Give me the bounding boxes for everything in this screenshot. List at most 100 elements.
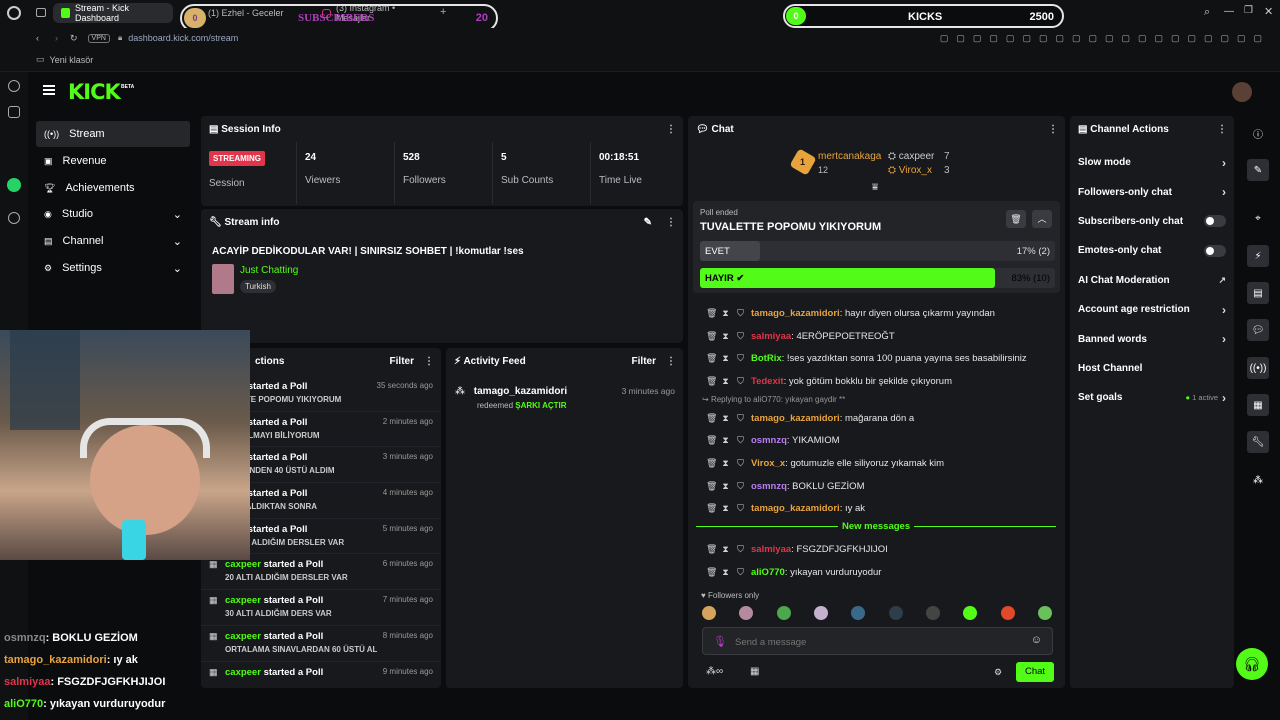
- edit-icon[interactable]: ✎: [1247, 159, 1269, 181]
- nav-stream[interactable]: ((•)) Stream: [36, 121, 190, 147]
- more-icon[interactable]: ⋮: [666, 217, 676, 228]
- emoji-icon[interactable]: ☺: [1031, 634, 1042, 646]
- close-icon[interactable]: ✕: [1264, 5, 1273, 18]
- chat-username[interactable]: aliO770: [751, 567, 785, 578]
- chat-username[interactable]: Virox_x: [751, 458, 785, 469]
- nav-revenue[interactable]: ▣ Revenue: [36, 148, 190, 174]
- chat-username[interactable]: osmnzq: [751, 481, 787, 492]
- ban-icon[interactable]: ⛉: [736, 413, 745, 423]
- ban-icon[interactable]: ⛉: [736, 331, 745, 341]
- opera-icon[interactable]: [7, 6, 21, 20]
- ban-icon[interactable]: ⛉: [736, 544, 745, 554]
- more-icon[interactable]: ⋮: [424, 356, 434, 367]
- ban-icon[interactable]: ⛉: [736, 567, 745, 577]
- filter-button[interactable]: Filter: [632, 356, 656, 367]
- category-thumbnail[interactable]: [212, 264, 234, 294]
- bookmark-folder[interactable]: Yeni klasör: [50, 55, 94, 65]
- collapse-poll-button[interactable]: ︿: [1032, 210, 1052, 228]
- top-user[interactable]: mertcanakaga: [818, 151, 881, 162]
- more-icon[interactable]: ⋮: [1048, 124, 1058, 135]
- delete-icon[interactable]: 🗑︎: [706, 544, 717, 554]
- delete-icon[interactable]: 🗑︎: [706, 308, 717, 318]
- delete-icon[interactable]: 🗑︎: [706, 331, 717, 341]
- delete-icon[interactable]: 🗑︎: [706, 376, 717, 386]
- forward-icon[interactable]: ›: [55, 33, 58, 43]
- toggle-switch[interactable]: [1204, 244, 1226, 257]
- people-icon[interactable]: ⁂: [1247, 469, 1269, 491]
- channel-action-row[interactable]: AI Chat Moderation ↗: [1070, 266, 1234, 295]
- category-link[interactable]: Just Chatting: [240, 265, 298, 276]
- wrench-icon[interactable]: 🔧︎: [1247, 431, 1269, 453]
- channel-action-row[interactable]: Account age restriction ›: [1070, 295, 1234, 324]
- speed-dial-icon[interactable]: [8, 80, 20, 92]
- nav-studio[interactable]: ◉ Studio ⌄: [36, 201, 190, 227]
- ban-icon[interactable]: ⛉: [736, 458, 745, 468]
- minimize-icon[interactable]: —: [1224, 6, 1234, 17]
- store-icon[interactable]: ▦: [750, 666, 759, 677]
- history-icon[interactable]: [8, 212, 20, 224]
- timeout-icon[interactable]: ⧗: [721, 504, 730, 513]
- kick-logo[interactable]: KICK: [68, 80, 121, 104]
- chat-username[interactable]: tamago_kazamidori: [751, 503, 840, 514]
- activity-user[interactable]: tamago_kazamidori: [474, 386, 567, 397]
- timeout-icon[interactable]: ⧗: [721, 436, 730, 445]
- chat-username[interactable]: osmnzq: [751, 435, 787, 446]
- channel-action-row[interactable]: Banned words ›: [1070, 324, 1234, 353]
- filter-button[interactable]: Filter: [390, 356, 414, 367]
- send-chat-button[interactable]: Chat: [1016, 662, 1054, 682]
- timeout-icon[interactable]: ⧗: [721, 331, 730, 341]
- timeout-icon[interactable]: ⧗: [721, 458, 730, 468]
- timeout-icon[interactable]: ⧗: [721, 544, 730, 554]
- chat-icon[interactable]: 💬︎: [1247, 319, 1269, 341]
- chat-input-box[interactable]: 🎙︎ ☺: [702, 627, 1053, 655]
- tab-list-icon[interactable]: [36, 8, 46, 17]
- whatsapp-icon[interactable]: [7, 178, 21, 192]
- channel-action-row[interactable]: Followers-only chat ›: [1070, 177, 1234, 206]
- delete-poll-button[interactable]: 🗑︎: [1006, 210, 1026, 228]
- delete-icon[interactable]: 🗑︎: [706, 354, 717, 363]
- nav-settings[interactable]: ⚙ Settings ⌄: [36, 255, 190, 281]
- channel-action-row[interactable]: Subscribers-only chat: [1070, 207, 1234, 236]
- timeout-icon[interactable]: ⧗: [721, 308, 730, 318]
- timeout-icon[interactable]: ⧗: [721, 376, 730, 386]
- ban-icon[interactable]: ⛉: [736, 481, 745, 491]
- delete-icon[interactable]: 🗑︎: [706, 567, 717, 577]
- delete-icon[interactable]: 🗑︎: [706, 481, 717, 491]
- chat-input[interactable]: [735, 634, 1025, 650]
- action-user[interactable]: caxpeer: [225, 595, 261, 606]
- avatar[interactable]: [1232, 82, 1252, 102]
- ban-icon[interactable]: ⛉: [736, 308, 745, 318]
- more-icon[interactable]: ⋮: [666, 356, 676, 367]
- info-icon[interactable]: ⓘ: [1247, 122, 1269, 144]
- reload-icon[interactable]: ↻: [70, 33, 78, 44]
- ban-icon[interactable]: ⛉: [736, 354, 745, 363]
- url-input[interactable]: dashboard.kick.com/stream: [128, 33, 238, 43]
- channel-action-row[interactable]: Emotes-only chat: [1070, 236, 1234, 265]
- delete-icon[interactable]: 🗑︎: [706, 504, 717, 513]
- calendar-icon[interactable]: ▦: [1247, 394, 1269, 416]
- points-icon[interactable]: ⁂∞: [706, 666, 723, 677]
- broadcast-icon[interactable]: ((•)): [1247, 357, 1269, 379]
- back-icon[interactable]: ‹: [36, 33, 39, 43]
- timeout-icon[interactable]: ⧗: [721, 567, 730, 577]
- timeout-icon[interactable]: ⧗: [721, 354, 730, 363]
- emote-bar[interactable]: [702, 606, 1052, 622]
- tag-badge[interactable]: Turkish: [240, 280, 276, 293]
- support-icon[interactable]: 🎧︎: [1236, 648, 1268, 680]
- channel-action-row[interactable]: Set goals ● 1 active ›: [1070, 383, 1234, 412]
- notes-icon[interactable]: ▤: [1247, 282, 1269, 304]
- delete-icon[interactable]: 🗑︎: [706, 413, 717, 423]
- delete-icon[interactable]: 🗑︎: [706, 458, 717, 468]
- top-user[interactable]: ⛭ caxpeer: [888, 151, 934, 162]
- ban-icon[interactable]: ⛉: [736, 376, 745, 386]
- pinned-icon[interactable]: ⩸: [872, 182, 878, 193]
- extensions-icon[interactable]: [8, 106, 20, 118]
- more-icon[interactable]: ⋮: [666, 124, 676, 135]
- chat-username[interactable]: tamago_kazamidori: [751, 308, 840, 319]
- top-user[interactable]: ⛭ Virox_x: [888, 165, 932, 176]
- ban-icon[interactable]: ⛉: [736, 436, 745, 445]
- timeout-icon[interactable]: ⧗: [721, 481, 730, 491]
- chat-settings-icon[interactable]: ⚙: [994, 667, 1002, 678]
- action-user[interactable]: caxpeer: [225, 559, 261, 570]
- microphone-icon[interactable]: 🎙︎: [713, 635, 727, 648]
